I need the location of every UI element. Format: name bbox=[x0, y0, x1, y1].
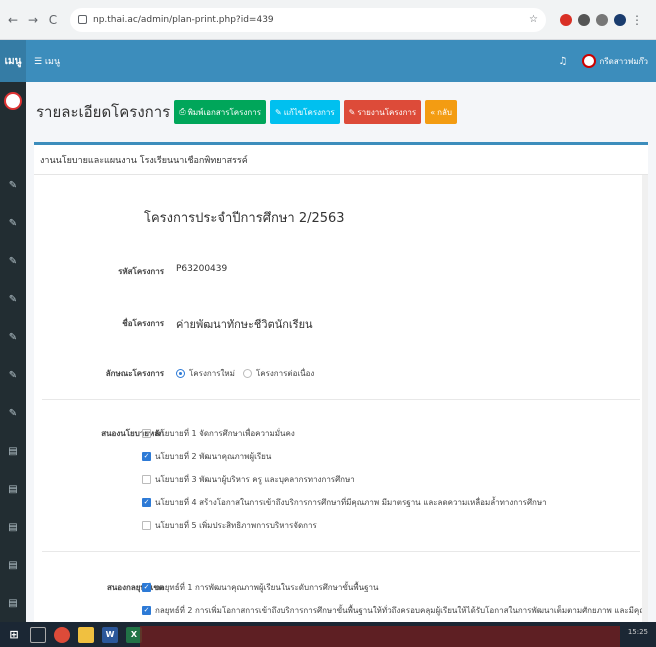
brand-logo[interactable]: เมนู bbox=[0, 40, 26, 82]
sidebar-item-doc-icon[interactable]: ▤ bbox=[0, 484, 26, 495]
policy-item[interactable]: นโยบายที่ 5 เพิ่มประสิทธิภาพการบริหารจัด… bbox=[142, 519, 317, 532]
radio-continuing-project[interactable] bbox=[242, 369, 252, 378]
print-button-label: พิมพ์เอกสารโครงการ bbox=[187, 107, 261, 117]
page-title: รายละเอียดโครงการ bbox=[36, 103, 171, 121]
edit-icon: ✎ bbox=[348, 107, 356, 117]
project-year-title: โครงการประจำปีการศึกษา 2/2563 bbox=[144, 211, 345, 226]
project-type-label: ลักษณะโครงการ bbox=[105, 369, 164, 378]
policy-item-label: นโยบายที่ 5 เพิ่มประสิทธิภาพการบริหารจัด… bbox=[155, 521, 317, 530]
edit-button[interactable]: ✎ แก้ไขโครงการ bbox=[269, 100, 340, 124]
sidebar-item-edit-icon[interactable]: ✎ bbox=[0, 294, 26, 305]
policy-item-label: นโยบายที่ 1 จัดการศึกษาเพื่อความมั่นคง bbox=[155, 429, 295, 438]
report-button[interactable]: ✎ รายงานโครงการ bbox=[343, 100, 422, 124]
checkbox-checked[interactable]: ✓ bbox=[142, 452, 151, 461]
strategy-item[interactable]: ✓ กลยุทธ์ที่ 2 การเพิ่มโอกาสการเข้าถึงบร… bbox=[142, 604, 648, 617]
radio-continuing-label: โครงการต่อเนื่อง bbox=[255, 369, 315, 378]
report-button-label: รายงานโครงการ bbox=[357, 107, 417, 117]
back-button[interactable]: « กลับ bbox=[425, 100, 457, 124]
project-name-label: ชื่อโครงการ bbox=[122, 319, 164, 328]
profile-icon[interactable] bbox=[614, 13, 626, 26]
sidebar-item-edit-icon[interactable]: ✎ bbox=[0, 370, 26, 381]
project-code-label: รหัสโครงการ bbox=[118, 267, 164, 276]
url-text: np.thai.ac/admin/plan-print.php?id=439 bbox=[93, 14, 274, 25]
taskbar-background-window bbox=[140, 626, 620, 647]
sidebar-item-doc-icon[interactable]: ▤ bbox=[0, 522, 26, 533]
folder-icon[interactable] bbox=[78, 626, 94, 643]
sidebar-item-edit-icon[interactable]: ✎ bbox=[0, 180, 26, 191]
back-button-label: กลับ bbox=[437, 107, 452, 117]
sidebar-item-edit-icon[interactable]: ✎ bbox=[0, 218, 26, 229]
strategy-item[interactable]: ✓ กลยุทธ์ที่ 1 การพัฒนาคุณภาพผู้เรียนในร… bbox=[142, 581, 378, 594]
forward-arrow-icon[interactable]: → bbox=[26, 13, 40, 27]
sidebar-item-edit-icon[interactable]: ✎ bbox=[0, 408, 26, 419]
sidebar: ✎ ✎ ✎ ✎ ✎ ✎ ✎ ▤ ▤ ▤ ▤ ▤ bbox=[0, 82, 26, 622]
project-name-value: ค่ายพัฒนาทักษะชีวิตนักเรียน bbox=[176, 318, 313, 331]
app-navbar: เมนู ☰ เมนู ♫ กรีดสาวฟมก๊ว bbox=[0, 40, 656, 82]
checkbox-checked[interactable]: ✓ bbox=[142, 498, 151, 507]
avatar[interactable] bbox=[581, 54, 596, 68]
scrollbar[interactable] bbox=[642, 175, 648, 622]
print-button[interactable]: ⎙ พิมพ์เอกสารโครงการ bbox=[174, 100, 266, 124]
print-icon: ⎙ bbox=[179, 107, 186, 116]
project-detail-card: งานนโยบายและแผนงาน โรงเรียนนาเชือกพิทยาส… bbox=[34, 142, 648, 622]
radio-new-project[interactable] bbox=[176, 369, 185, 378]
school-logo bbox=[4, 92, 22, 110]
puzzle-icon[interactable] bbox=[578, 13, 590, 26]
word-icon[interactable]: W bbox=[102, 626, 118, 643]
reload-icon[interactable]: C bbox=[46, 13, 60, 27]
strategy-item-label: กลยุทธ์ที่ 1 การพัฒนาคุณภาพผู้เรียนในระด… bbox=[155, 583, 379, 592]
checkbox-checked[interactable]: ✓ bbox=[142, 606, 151, 615]
checkbox[interactable] bbox=[142, 475, 151, 484]
sidebar-item-edit-icon[interactable]: ✎ bbox=[0, 256, 26, 267]
double-chevron-left-icon: « bbox=[430, 107, 436, 117]
chrome-icon[interactable] bbox=[54, 626, 70, 643]
checkbox-checked[interactable]: ✓ bbox=[142, 583, 151, 592]
back-arrow-icon[interactable]: ← bbox=[6, 13, 20, 27]
content-header: รายละเอียดโครงการ ⎙ พิมพ์เอกสารโครงการ ✎… bbox=[26, 82, 656, 142]
radio-new-label: โครงการใหม่ bbox=[189, 369, 235, 378]
kebab-menu-icon[interactable]: ⋮ bbox=[630, 13, 644, 27]
checkbox[interactable] bbox=[142, 521, 151, 530]
bell-icon[interactable]: ♫ bbox=[559, 56, 568, 67]
windows-start-icon[interactable]: ⊞ bbox=[6, 627, 22, 643]
task-view-icon[interactable] bbox=[30, 626, 46, 643]
windows-taskbar: ⊞ W X 15:25 bbox=[0, 622, 656, 647]
policy-item[interactable]: นโยบายที่ 1 จัดการศึกษาเพื่อความมั่นคง bbox=[142, 427, 295, 440]
edit-icon: ✎ bbox=[274, 107, 282, 117]
checkbox[interactable] bbox=[142, 429, 151, 438]
policy-item-label: นโยบายที่ 3 พัฒนาผู้บริหาร ครู และบุคลาก… bbox=[155, 475, 355, 484]
star-icon[interactable]: ☆ bbox=[529, 14, 538, 25]
strategy-item-label: กลยุทธ์ที่ 2 การเพิ่มโอกาสการเข้าถึงบริก… bbox=[155, 606, 648, 615]
sidebar-item-edit-icon[interactable]: ✎ bbox=[0, 332, 26, 343]
divider bbox=[42, 551, 640, 552]
sidebar-item-doc-icon[interactable]: ▤ bbox=[0, 560, 26, 571]
lock-icon bbox=[78, 15, 87, 24]
clock[interactable]: 15:25 bbox=[628, 628, 648, 636]
sidebar-item-doc-icon[interactable]: ▤ bbox=[0, 446, 26, 457]
project-type-radio-group: โครงการใหม่ โครงการต่อเนื่อง bbox=[176, 367, 322, 380]
policy-item[interactable]: นโยบายที่ 3 พัฒนาผู้บริหาร ครู และบุคลาก… bbox=[142, 473, 355, 486]
browser-toolbar: ← → C np.thai.ac/admin/plan-print.php?id… bbox=[0, 0, 656, 40]
menu-toggle[interactable]: ☰ เมนู bbox=[34, 54, 60, 68]
project-code-value: P63200439 bbox=[176, 264, 228, 274]
policy-item-label: นโยบายที่ 2 พัฒนาคุณภาพผู้เรียน bbox=[155, 452, 272, 461]
sidebar-item-doc-icon[interactable]: ▤ bbox=[0, 598, 26, 609]
edit-button-label: แก้ไขโครงการ bbox=[283, 107, 335, 117]
policy-item[interactable]: ✓ นโยบายที่ 2 พัฒนาคุณภาพผู้เรียน bbox=[142, 450, 271, 463]
user-name[interactable]: กรีดสาวฟมก๊ว bbox=[600, 55, 648, 68]
extension-icon[interactable] bbox=[560, 13, 572, 26]
list-icon[interactable] bbox=[596, 13, 608, 26]
divider bbox=[42, 399, 640, 400]
card-header: งานนโยบายและแผนงาน โรงเรียนนาเชือกพิทยาส… bbox=[34, 145, 648, 175]
policy-item-label: นโยบายที่ 4 สร้างโอกาสในการเข้าถึงบริการ… bbox=[155, 498, 547, 507]
policy-item[interactable]: ✓ นโยบายที่ 4 สร้างโอกาสในการเข้าถึงบริก… bbox=[142, 496, 547, 509]
address-bar[interactable]: np.thai.ac/admin/plan-print.php?id=439 ☆ bbox=[70, 7, 546, 32]
